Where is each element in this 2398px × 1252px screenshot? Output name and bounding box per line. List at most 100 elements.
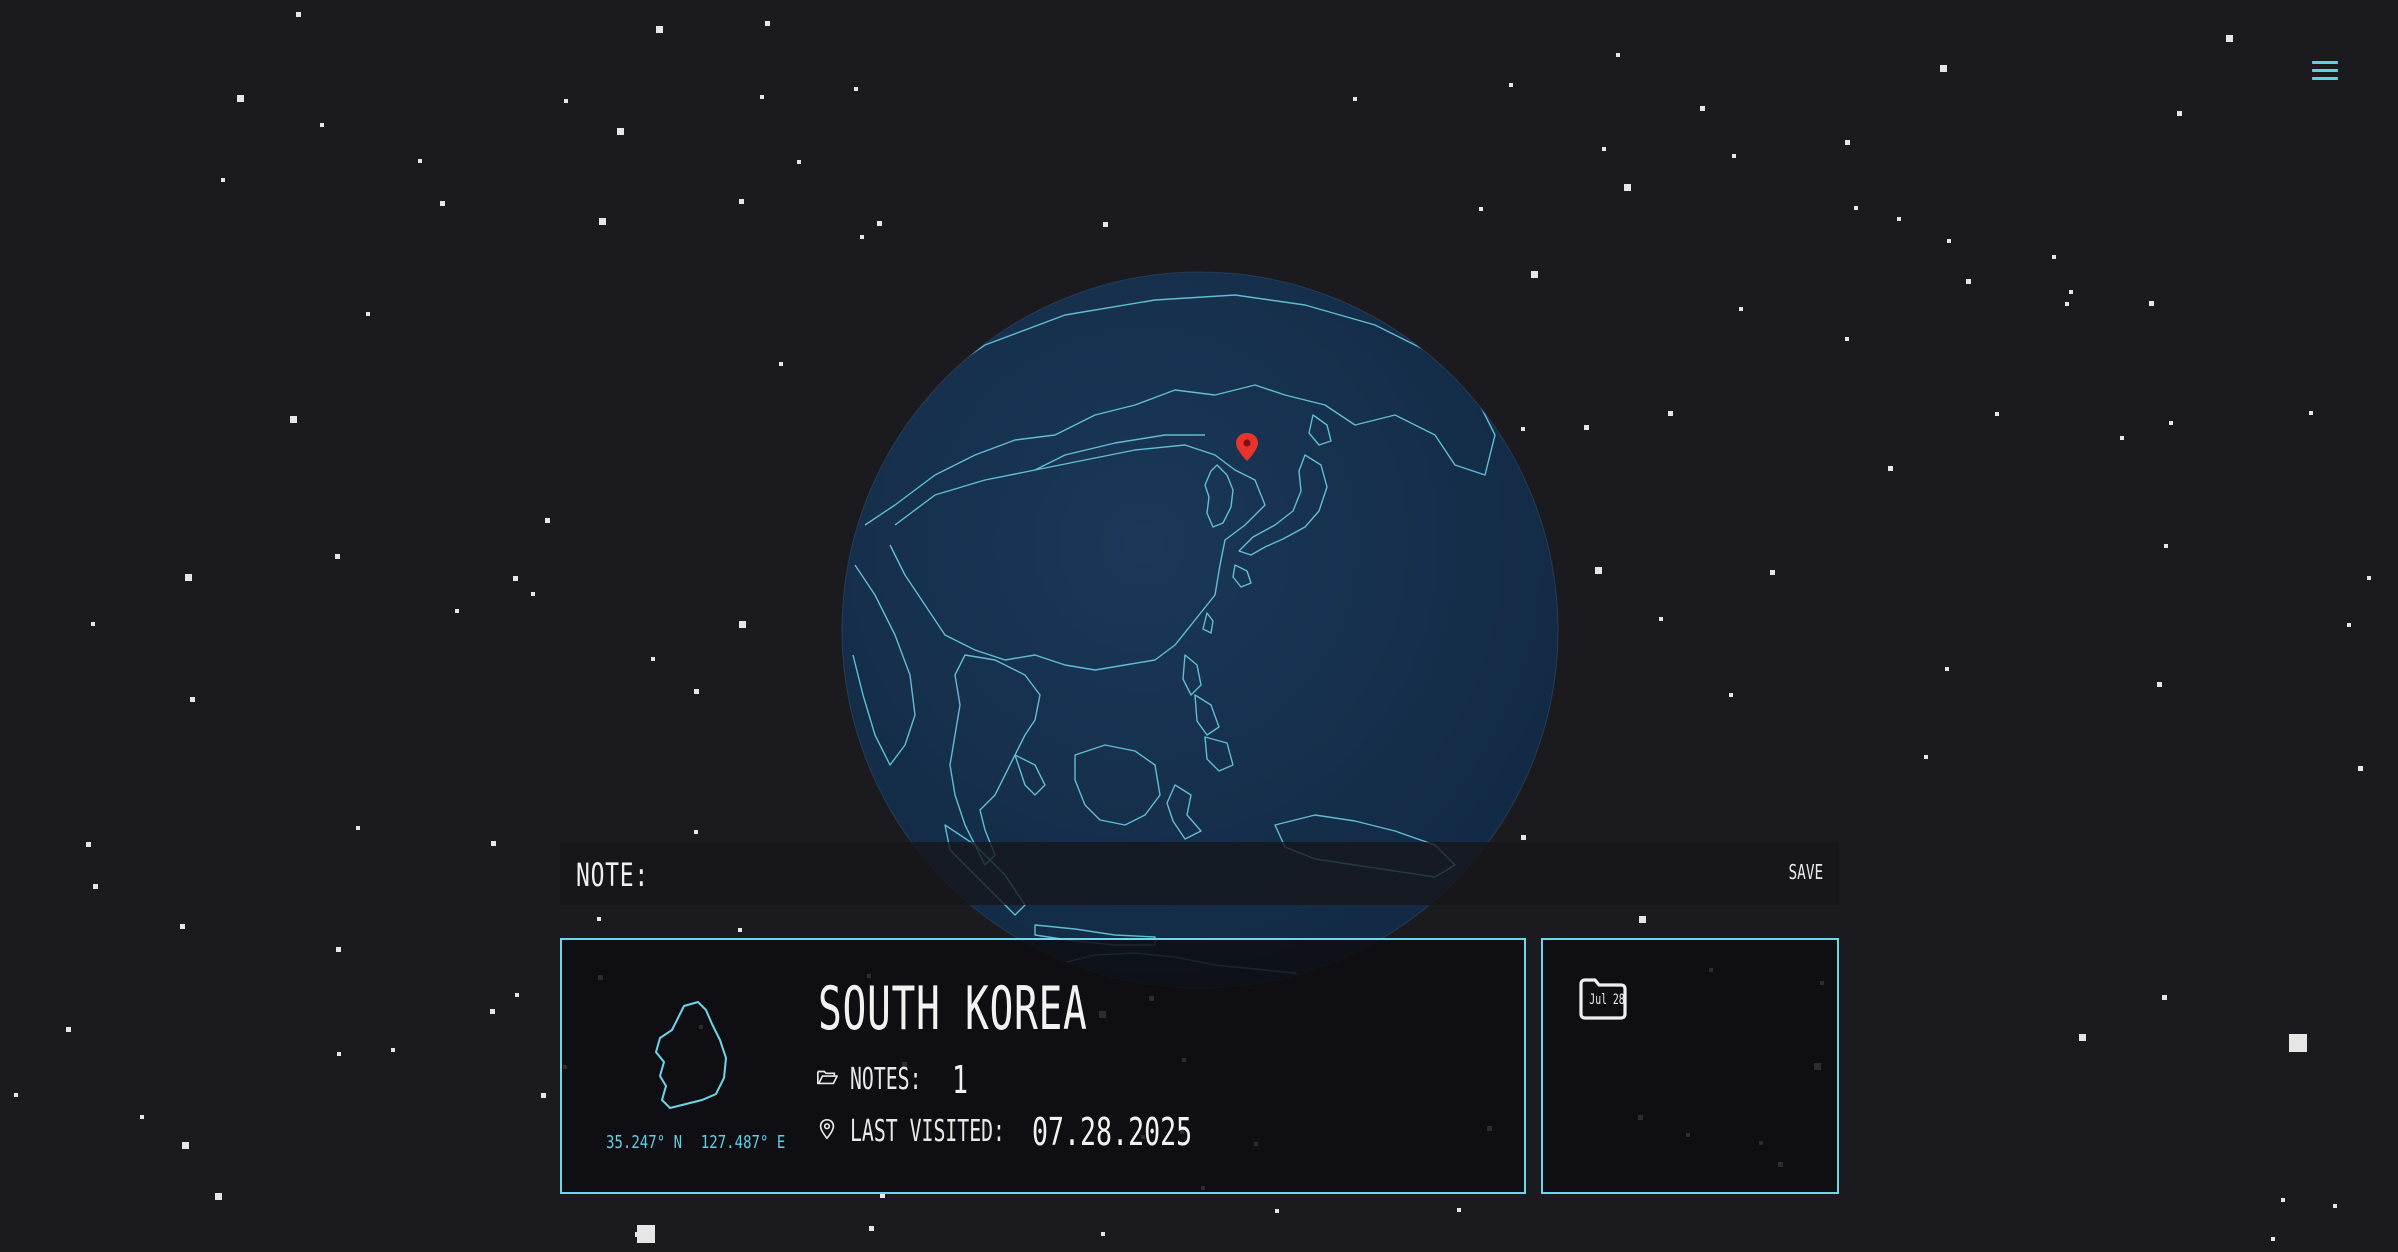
star <box>2309 411 2313 415</box>
star <box>2149 301 2154 306</box>
star <box>335 554 340 559</box>
star <box>531 592 535 596</box>
star <box>440 201 445 206</box>
star <box>1101 1232 1105 1236</box>
star <box>2164 544 2168 548</box>
star <box>694 830 698 834</box>
note-label: NOTE: <box>576 856 649 894</box>
star <box>1845 337 1849 341</box>
star <box>2367 576 2371 580</box>
star <box>190 697 195 702</box>
notes-count: 1 <box>952 1058 969 1102</box>
star <box>1945 667 1949 671</box>
star <box>1770 570 1775 575</box>
star <box>1103 222 1108 227</box>
star <box>2347 623 2351 627</box>
star <box>1616 53 1620 57</box>
notes-label: NOTES: <box>850 1062 922 1097</box>
star <box>455 609 459 613</box>
star <box>320 123 324 127</box>
star <box>541 1093 546 1098</box>
star <box>545 518 550 523</box>
star <box>86 842 91 847</box>
star <box>1845 140 1850 145</box>
star <box>1888 466 1893 471</box>
star <box>738 928 742 932</box>
star <box>140 1115 144 1119</box>
star <box>760 95 764 99</box>
star <box>366 312 370 316</box>
star <box>185 574 192 581</box>
star <box>739 621 746 628</box>
star <box>617 128 624 135</box>
star <box>2065 302 2069 306</box>
star <box>1668 411 1673 416</box>
star <box>597 917 601 921</box>
latitude: 35.247° N <box>606 1132 683 1153</box>
star <box>237 95 244 102</box>
star <box>869 1226 874 1231</box>
star <box>337 1052 341 1056</box>
star <box>651 657 655 661</box>
star <box>694 689 699 694</box>
open-folder-icon <box>817 1070 838 1085</box>
star <box>66 1027 71 1032</box>
star <box>2281 1198 2285 1202</box>
star <box>739 199 744 204</box>
star <box>1639 916 1646 923</box>
star <box>2162 995 2167 1000</box>
notes-panel: Jul 28 <box>1541 938 1839 1194</box>
star <box>391 1048 395 1052</box>
star <box>513 576 518 581</box>
map-pin-icon <box>819 1119 835 1140</box>
star <box>1479 207 1483 211</box>
star <box>860 235 864 239</box>
star <box>2157 682 2162 687</box>
hamburger-menu-icon[interactable] <box>2310 58 2340 84</box>
star <box>1854 206 1858 210</box>
star <box>1897 217 1901 221</box>
star <box>336 947 341 952</box>
star <box>779 362 783 366</box>
star <box>2226 35 2233 42</box>
note-input[interactable] <box>680 852 1684 896</box>
star <box>854 87 858 91</box>
star <box>1275 1209 1279 1213</box>
star <box>356 826 360 830</box>
star <box>1595 567 1602 574</box>
star <box>1624 184 1631 191</box>
star <box>180 924 185 929</box>
star <box>1995 412 1999 416</box>
star <box>2069 290 2073 294</box>
star <box>1924 755 1928 759</box>
star <box>599 218 606 225</box>
star <box>1509 83 1513 87</box>
star <box>2079 1034 2086 1041</box>
star <box>1602 147 1606 151</box>
star <box>1584 425 1589 430</box>
star <box>2289 1034 2307 1052</box>
note-folder-date: Jul 28 <box>1589 992 1625 1008</box>
star <box>1947 239 1951 243</box>
star <box>221 178 225 182</box>
star <box>1940 65 1947 72</box>
star <box>296 12 301 17</box>
coordinates: 35.247° N 127.487° E <box>606 1132 785 1153</box>
save-button[interactable]: SAVE <box>1788 860 1823 884</box>
star <box>491 841 496 846</box>
star <box>215 1193 222 1200</box>
star <box>2052 255 2056 259</box>
star <box>2120 436 2124 440</box>
note-folder-item[interactable]: Jul 28 <box>1577 976 1629 1022</box>
star <box>877 221 882 226</box>
star <box>1966 279 1971 284</box>
star <box>2169 421 2173 425</box>
star <box>2358 766 2363 771</box>
star <box>656 26 663 33</box>
star <box>1700 106 1705 111</box>
star <box>93 884 98 889</box>
star <box>2177 111 2182 116</box>
star <box>290 416 297 423</box>
star <box>1353 97 1357 101</box>
star <box>418 159 422 163</box>
